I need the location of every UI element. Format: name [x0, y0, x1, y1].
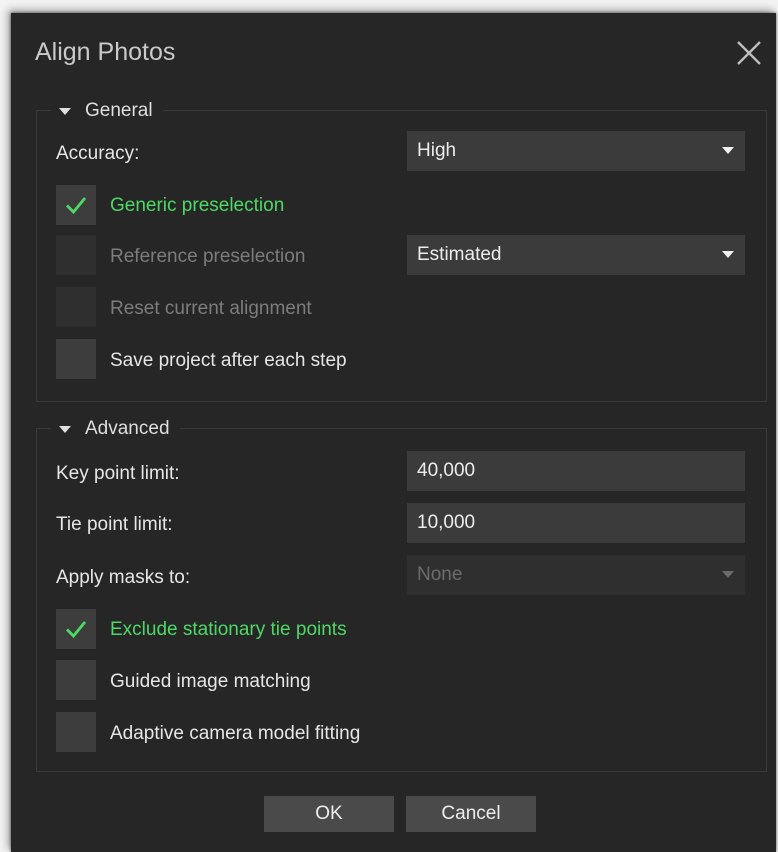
align-photos-dialog: Align Photos General Accuracy: High Gene…: [11, 13, 776, 852]
exclude-stationary-label: Exclude stationary tie points: [110, 619, 347, 640]
reference-preselection-select[interactable]: Estimated: [407, 235, 745, 275]
tie-point-limit-input[interactable]: 10,000: [407, 503, 745, 543]
apply-masks-label: Apply masks to:: [56, 567, 191, 588]
guided-matching-checkbox[interactable]: [56, 660, 96, 700]
advanced-heading: Advanced: [85, 418, 170, 439]
adaptive-fitting-label: Adaptive camera model fitting: [110, 723, 361, 744]
chevron-down-icon: [722, 147, 734, 154]
checkmark-icon: [66, 197, 87, 215]
chevron-down-icon: [722, 251, 734, 258]
reference-preselection-checkbox[interactable]: [56, 235, 96, 275]
reset-alignment-checkbox[interactable]: [56, 287, 96, 327]
save-project-checkbox[interactable]: [56, 339, 96, 379]
tie-point-limit-value: 10,000: [417, 512, 476, 533]
chevron-down-icon: [722, 571, 734, 578]
triangle-down-icon: [59, 107, 71, 115]
key-point-limit-label: Key point limit:: [56, 463, 180, 484]
adaptive-fitting-checkbox[interactable]: [56, 712, 96, 752]
triangle-down-icon: [59, 425, 71, 433]
generic-preselection-checkbox[interactable]: [56, 185, 96, 225]
apply-masks-value: None: [417, 564, 463, 585]
tie-point-limit-label: Tie point limit:: [56, 514, 173, 535]
checkmark-icon: [66, 621, 87, 639]
ok-button[interactable]: OK: [264, 796, 394, 832]
key-point-limit-input[interactable]: 40,000: [407, 451, 745, 491]
close-icon[interactable]: [734, 38, 764, 68]
reset-alignment-label: Reset current alignment: [110, 298, 312, 319]
reference-preselection-mode: Estimated: [417, 244, 502, 265]
exclude-stationary-checkbox[interactable]: [56, 609, 96, 649]
apply-masks-select[interactable]: None: [407, 555, 745, 595]
accuracy-label: Accuracy:: [56, 143, 140, 164]
advanced-group-header[interactable]: Advanced: [51, 415, 180, 443]
general-group-header[interactable]: General: [51, 97, 163, 125]
save-project-label: Save project after each step: [110, 350, 347, 371]
reference-preselection-label: Reference preselection: [110, 246, 306, 267]
general-heading: General: [85, 100, 153, 121]
cancel-button[interactable]: Cancel: [406, 796, 536, 832]
guided-matching-label: Guided image matching: [110, 671, 311, 692]
accuracy-value: High: [417, 140, 457, 161]
dialog-title: Align Photos: [35, 38, 176, 66]
accuracy-select[interactable]: High: [407, 131, 745, 171]
generic-preselection-label: Generic preselection: [110, 195, 285, 216]
key-point-limit-value: 40,000: [417, 460, 476, 481]
